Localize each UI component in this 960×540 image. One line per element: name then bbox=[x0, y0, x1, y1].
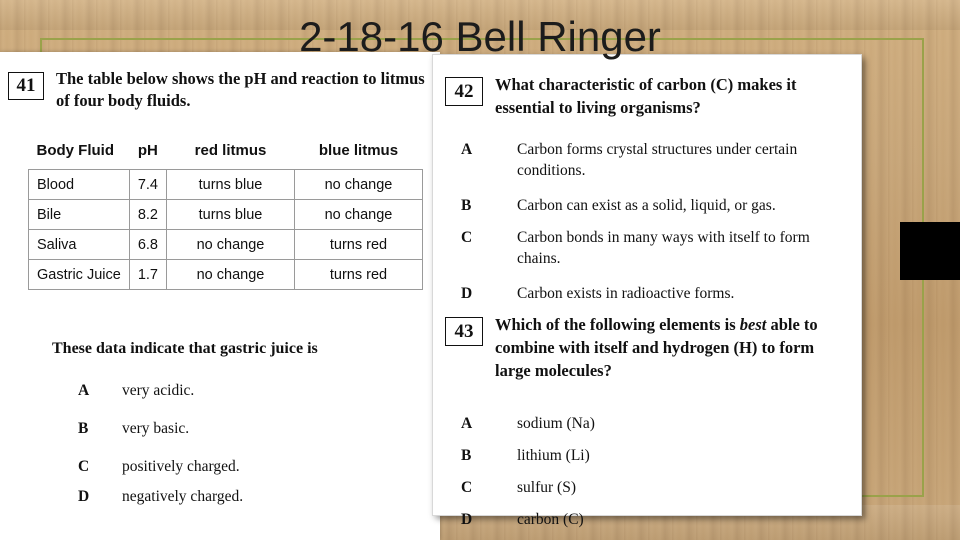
option-text: carbon (C) bbox=[517, 511, 584, 528]
option-text: Carbon forms crystal structures under ce… bbox=[517, 141, 798, 179]
cell-blue-litmus: turns red bbox=[293, 229, 423, 260]
right-question-page: 42 What characteristic of carbon (C) mak… bbox=[432, 54, 862, 528]
cell-ph: 6.8 bbox=[128, 229, 167, 260]
option-text: Carbon exists in radioactive forms. bbox=[517, 285, 735, 302]
option-letter: B bbox=[461, 447, 472, 464]
option-letter: A bbox=[78, 382, 90, 399]
question-42-number: 42 bbox=[445, 77, 483, 106]
cell-blue-litmus: no change bbox=[293, 169, 423, 200]
cell-blue-litmus: no change bbox=[293, 199, 423, 230]
option-text: very basic. bbox=[122, 420, 190, 437]
option-text: sulfur (S) bbox=[517, 479, 576, 496]
option-letter: D bbox=[461, 285, 473, 302]
page-title: 2-18-16 Bell Ringer bbox=[299, 13, 661, 60]
option-letter: B bbox=[78, 420, 89, 437]
question-43-stem: Which of the following elements is best … bbox=[495, 313, 845, 382]
option-text: negatively charged. bbox=[122, 488, 244, 505]
question-43-stem-emphasis: best bbox=[739, 315, 767, 334]
question-42-stem: What characteristic of carbon (C) makes … bbox=[495, 75, 797, 117]
cell-fluid: Saliva bbox=[28, 229, 130, 260]
question-41-prompt: These data indicate that gastric juice i… bbox=[52, 340, 318, 357]
header-red-litmus: red litmus bbox=[166, 138, 294, 170]
cell-ph: 7.4 bbox=[128, 169, 167, 200]
cell-red-litmus: no change bbox=[165, 229, 295, 260]
question-43-number: 43 bbox=[445, 317, 483, 346]
option-letter: C bbox=[78, 458, 90, 475]
cell-red-litmus: turns blue bbox=[165, 199, 295, 230]
table-row: Gastric Juice 1.7 no change turns red bbox=[28, 259, 423, 290]
decorative-black-block bbox=[900, 222, 960, 280]
cell-red-litmus: no change bbox=[165, 259, 295, 290]
option-letter: C bbox=[461, 479, 473, 496]
table-row: Saliva 6.8 no change turns red bbox=[28, 229, 423, 260]
ph-litmus-table: Body Fluid pH red litmus blue litmus Blo… bbox=[28, 138, 423, 290]
option-letter: A bbox=[461, 415, 473, 432]
question-43-stem-before: Which of the following elements is bbox=[495, 315, 740, 334]
question-41-number: 41 bbox=[8, 72, 44, 100]
cell-ph: 8.2 bbox=[128, 199, 167, 230]
cell-ph: 1.7 bbox=[128, 259, 167, 290]
option-letter: B bbox=[461, 197, 472, 214]
option-text: Carbon bonds in many ways with itself to… bbox=[517, 229, 810, 267]
table-row: Bile 8.2 turns blue no change bbox=[28, 199, 423, 230]
header-blue-litmus-label: blue litmus bbox=[318, 142, 399, 159]
cell-red-litmus: turns blue bbox=[165, 169, 295, 200]
option-letter: D bbox=[461, 511, 473, 528]
option-letter: C bbox=[461, 229, 473, 246]
cell-fluid: Gastric Juice bbox=[28, 259, 130, 290]
option-text: lithium (Li) bbox=[517, 447, 590, 464]
option-text: sodium (Na) bbox=[517, 415, 595, 432]
cell-fluid: Blood bbox=[28, 169, 130, 200]
option-text: positively charged. bbox=[122, 458, 240, 475]
left-question-page: 41 The table below shows the pH and reac… bbox=[0, 52, 440, 540]
option-letter: D bbox=[78, 488, 90, 505]
table-header-row: Body Fluid pH red litmus blue litmus bbox=[29, 138, 423, 170]
option-letter: A bbox=[461, 141, 473, 158]
question-41-stem: The table below shows the pH and reactio… bbox=[56, 69, 425, 110]
header-blue-litmus: blue litmus bbox=[294, 138, 422, 170]
cell-blue-litmus: turns red bbox=[293, 259, 423, 290]
table-row: Blood 7.4 turns blue no change bbox=[28, 169, 423, 200]
header-body-fluid: Body Fluid bbox=[36, 142, 115, 159]
cell-fluid: Bile bbox=[28, 199, 130, 230]
option-text: Carbon can exist as a solid, liquid, or … bbox=[517, 197, 776, 214]
option-text: very acidic. bbox=[122, 382, 195, 399]
header-ph: pH bbox=[137, 142, 158, 159]
header-red-litmus-label: red litmus bbox=[194, 142, 267, 159]
